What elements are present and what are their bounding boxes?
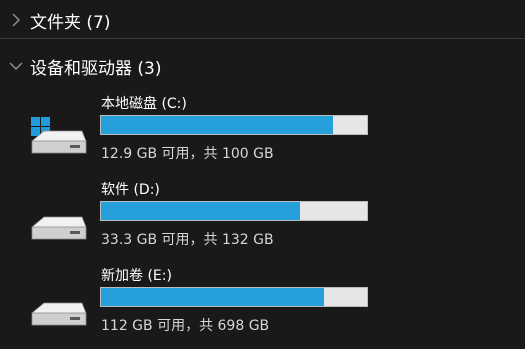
group-divider [0, 38, 525, 39]
usage-bar-fill [101, 288, 325, 306]
usage-bar-fill [101, 202, 300, 220]
drive-name: 本地磁盘 (C:) [101, 96, 187, 112]
drive-free-space: 12.9 GB 可用，共 100 GB [101, 146, 274, 162]
drive-name: 新加卷 (E:) [101, 268, 172, 284]
chevron-right-icon[interactable] [8, 12, 24, 28]
drive-free-space: 33.3 GB 可用，共 132 GB [101, 232, 274, 248]
chevron-down-icon[interactable] [8, 58, 24, 74]
hdd-icon [31, 302, 87, 326]
folders-group-header[interactable]: 文件夹 (7) [0, 2, 525, 38]
folders-group-title: 文件夹 (7) [30, 12, 111, 33]
devices-group-header[interactable]: 设备和驱动器 (3) [0, 48, 525, 84]
usage-bar-fill [101, 116, 333, 134]
drive-item-c[interactable]: 本地磁盘 (C:) 12.9 GB 可用，共 100 GB [0, 93, 525, 177]
usage-bar [100, 115, 368, 135]
drive-item-e[interactable]: 新加卷 (E:) 112 GB 可用，共 698 GB [0, 265, 525, 349]
drive-free-space: 112 GB 可用，共 698 GB [101, 318, 270, 334]
drive-item-d[interactable]: 软件 (D:) 33.3 GB 可用，共 132 GB [0, 179, 525, 263]
usage-bar [100, 201, 368, 221]
usage-bar [100, 287, 368, 307]
windows-hdd-icon [31, 117, 87, 154]
devices-group-title: 设备和驱动器 (3) [30, 58, 162, 79]
drive-name: 软件 (D:) [101, 182, 160, 198]
hdd-icon [31, 216, 87, 240]
